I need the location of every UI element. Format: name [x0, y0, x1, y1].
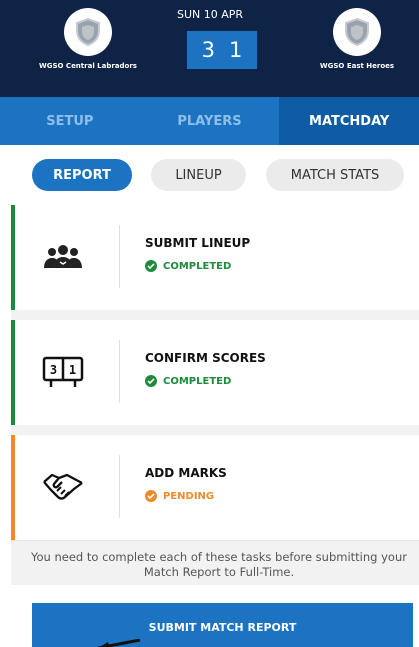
match-date: SUN 10 APR [176, 8, 244, 21]
task-card-add-marks[interactable]: ADD MARKS PENDING [11, 435, 419, 540]
check-icon [145, 490, 157, 502]
scoreboard-icon: 3 1 [39, 352, 87, 392]
task-title: CONFIRM SCORES [145, 351, 266, 365]
task-status: COMPLETED [145, 375, 231, 387]
away-team[interactable]: WGSO East Heroes [302, 8, 412, 71]
team-icon [39, 237, 87, 277]
status-bar [11, 205, 15, 310]
tab-setup[interactable]: SETUP [0, 97, 140, 145]
away-team-crest [333, 8, 381, 56]
task-status-label: COMPLETED [163, 375, 232, 387]
submit-match-report-button[interactable]: SUBMIT MATCH REPORT [32, 603, 413, 647]
match-header: WGSO Central Labradors SUN 10 APR 3 1 WG… [0, 0, 419, 97]
task-card-confirm-scores[interactable]: 3 1 CONFIRM SCORES COMPLETED [11, 320, 419, 425]
status-bar [11, 320, 15, 425]
scoreboard-digit: 3 [50, 363, 57, 377]
tab-players[interactable]: PLAYERS [140, 97, 280, 145]
subtab-report[interactable]: REPORT [32, 159, 132, 191]
divider [119, 340, 120, 403]
main-tabs: SETUP PLAYERS MATCHDAY [0, 97, 419, 145]
scoreboard-digit: 1 [69, 363, 76, 377]
divider [11, 540, 419, 541]
home-team-crest [64, 8, 112, 56]
score-display: 3 1 [187, 31, 257, 69]
task-status: COMPLETED [145, 260, 231, 272]
cursor-arrow-icon [97, 639, 141, 647]
task-status-label: PENDING [163, 490, 215, 502]
task-card-submit-lineup[interactable]: SUBMIT LINEUP COMPLETED [11, 205, 419, 310]
task-notice: You need to complete each of these tasks… [31, 550, 407, 579]
home-score: 3 [201, 38, 215, 62]
home-team-name: WGSO Central Labradors [39, 62, 137, 70]
subtab-lineup[interactable]: LINEUP [151, 159, 246, 191]
status-bar [11, 435, 15, 540]
subtab-match-stats[interactable]: MATCH STATS [266, 159, 404, 191]
divider [119, 455, 120, 518]
away-score: 1 [229, 38, 243, 62]
away-team-name: WGSO East Heroes [319, 62, 395, 70]
task-title: SUBMIT LINEUP [145, 236, 251, 250]
check-icon [145, 375, 157, 387]
check-icon [145, 260, 157, 272]
task-title: ADD MARKS [145, 466, 227, 480]
home-team[interactable]: WGSO Central Labradors [33, 8, 143, 71]
subtabs: REPORT LINEUP MATCH STATS [0, 145, 419, 202]
handshake-icon [39, 467, 87, 507]
shield-icon [76, 18, 100, 46]
tab-matchday[interactable]: MATCHDAY [279, 97, 419, 145]
task-status: PENDING [145, 490, 214, 502]
task-list: SUBMIT LINEUP COMPLETED 3 1 CONFIRM SCOR… [11, 205, 419, 585]
task-status-label: COMPLETED [163, 260, 232, 272]
divider [119, 225, 120, 288]
shield-icon [345, 18, 369, 46]
